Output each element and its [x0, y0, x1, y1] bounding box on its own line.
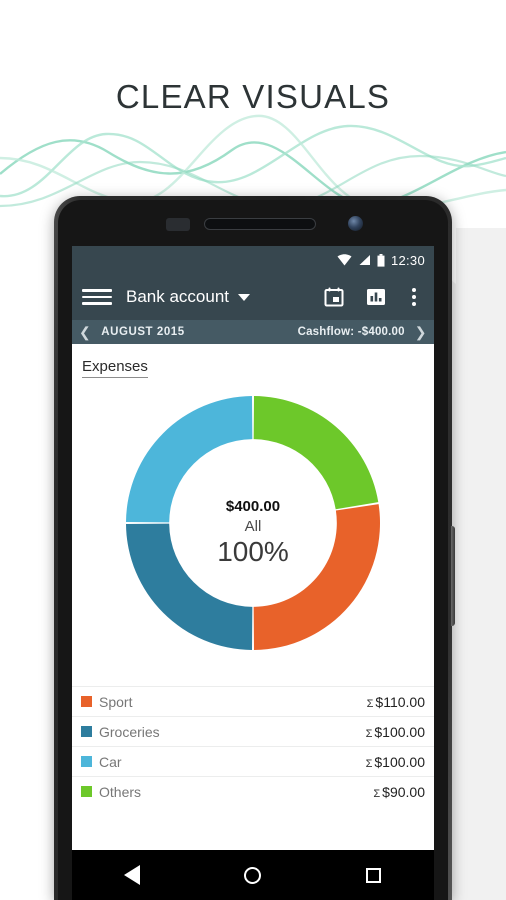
bar-chart-icon[interactable] [366, 287, 386, 307]
page-title: CLEAR VISUALS [115, 78, 391, 115]
status-bar: 12:30 [72, 246, 434, 274]
section-tabs: Expenses [72, 344, 434, 378]
sigma-icon: Σ [365, 727, 373, 740]
hamburger-menu-icon[interactable] [82, 289, 112, 305]
sigma-icon: Σ [373, 787, 381, 800]
tab-expenses[interactable]: Expenses [82, 358, 148, 378]
expenses-donut-chart: $400.00 All 100% [72, 382, 434, 678]
legend-category-name: Car [99, 753, 122, 770]
legend-color-swatch [81, 696, 92, 707]
donut-percent-label: 100% [217, 536, 289, 567]
decorative-waves [0, 114, 506, 210]
app-bar-actions [324, 286, 424, 308]
donut-scope-label: All [244, 518, 262, 535]
cellular-signal-icon [359, 255, 370, 265]
donut-total-amount: $400.00 [225, 498, 281, 515]
legend-category-amount: Σ $100.00 [365, 723, 425, 740]
status-bar-clock: 12:30 [390, 252, 425, 268]
current-month-label: AUGUST 2015 [101, 326, 185, 338]
cashflow-label: Cashflow: -$400.00 [297, 326, 405, 338]
chevron-right-icon[interactable]: ❯ [415, 325, 427, 339]
account-selector[interactable]: Bank account [126, 287, 251, 307]
back-triangle-icon[interactable] [102, 855, 162, 895]
legend-row[interactable]: Sport Σ $110.00 [72, 686, 434, 716]
app-bar: Bank account [72, 274, 434, 320]
proximity-sensor-icon [166, 218, 190, 231]
phone-device-frame: 12:30 Bank account ❮ AUGUST 2015 Cashflo… [54, 196, 455, 900]
earpiece-speaker-icon [204, 218, 316, 230]
wifi-icon [337, 254, 352, 266]
period-navigation-bar: ❮ AUGUST 2015 Cashflow: -$400.00 ❯ [72, 320, 434, 344]
legend-color-swatch [81, 726, 92, 737]
legend-row[interactable]: Groceries Σ $100.00 [72, 716, 434, 746]
legend-category-amount: Σ $90.00 [373, 783, 425, 800]
legend-category-amount: Σ $100.00 [365, 753, 425, 770]
android-navigation-bar [72, 850, 434, 900]
chevron-left-icon[interactable]: ❮ [79, 325, 91, 339]
category-legend-list: Sport Σ $110.00 Groceries Σ $100.00 Car Σ $… [72, 686, 434, 806]
legend-category-name: Others [99, 783, 142, 800]
donut-center-label: $400.00 All 100% [163, 498, 343, 568]
battery-icon [377, 253, 385, 267]
donut-slice-others[interactable] [253, 396, 379, 510]
overflow-menu-icon[interactable] [408, 286, 420, 308]
legend-row[interactable]: Others Σ $90.00 [72, 776, 434, 806]
legend-category-name: Groceries [99, 723, 160, 740]
power-button[interactable] [451, 526, 455, 626]
phone-screen: 12:30 Bank account ❮ AUGUST 2015 Cashflo… [72, 246, 434, 900]
chevron-down-icon [238, 293, 251, 301]
home-circle-icon[interactable] [223, 855, 283, 895]
legend-row[interactable]: Car Σ $100.00 [72, 746, 434, 776]
legend-category-amount: Σ $110.00 [366, 693, 425, 710]
recents-square-icon[interactable] [344, 855, 404, 895]
legend-color-swatch [81, 786, 92, 797]
legend-color-swatch [81, 756, 92, 767]
sigma-icon: Σ [366, 697, 374, 710]
account-selector-label: Bank account [126, 287, 230, 306]
calendar-icon[interactable] [324, 287, 344, 307]
sigma-icon: Σ [365, 757, 373, 770]
legend-category-name: Sport [99, 693, 133, 710]
front-camera-icon [348, 216, 363, 231]
